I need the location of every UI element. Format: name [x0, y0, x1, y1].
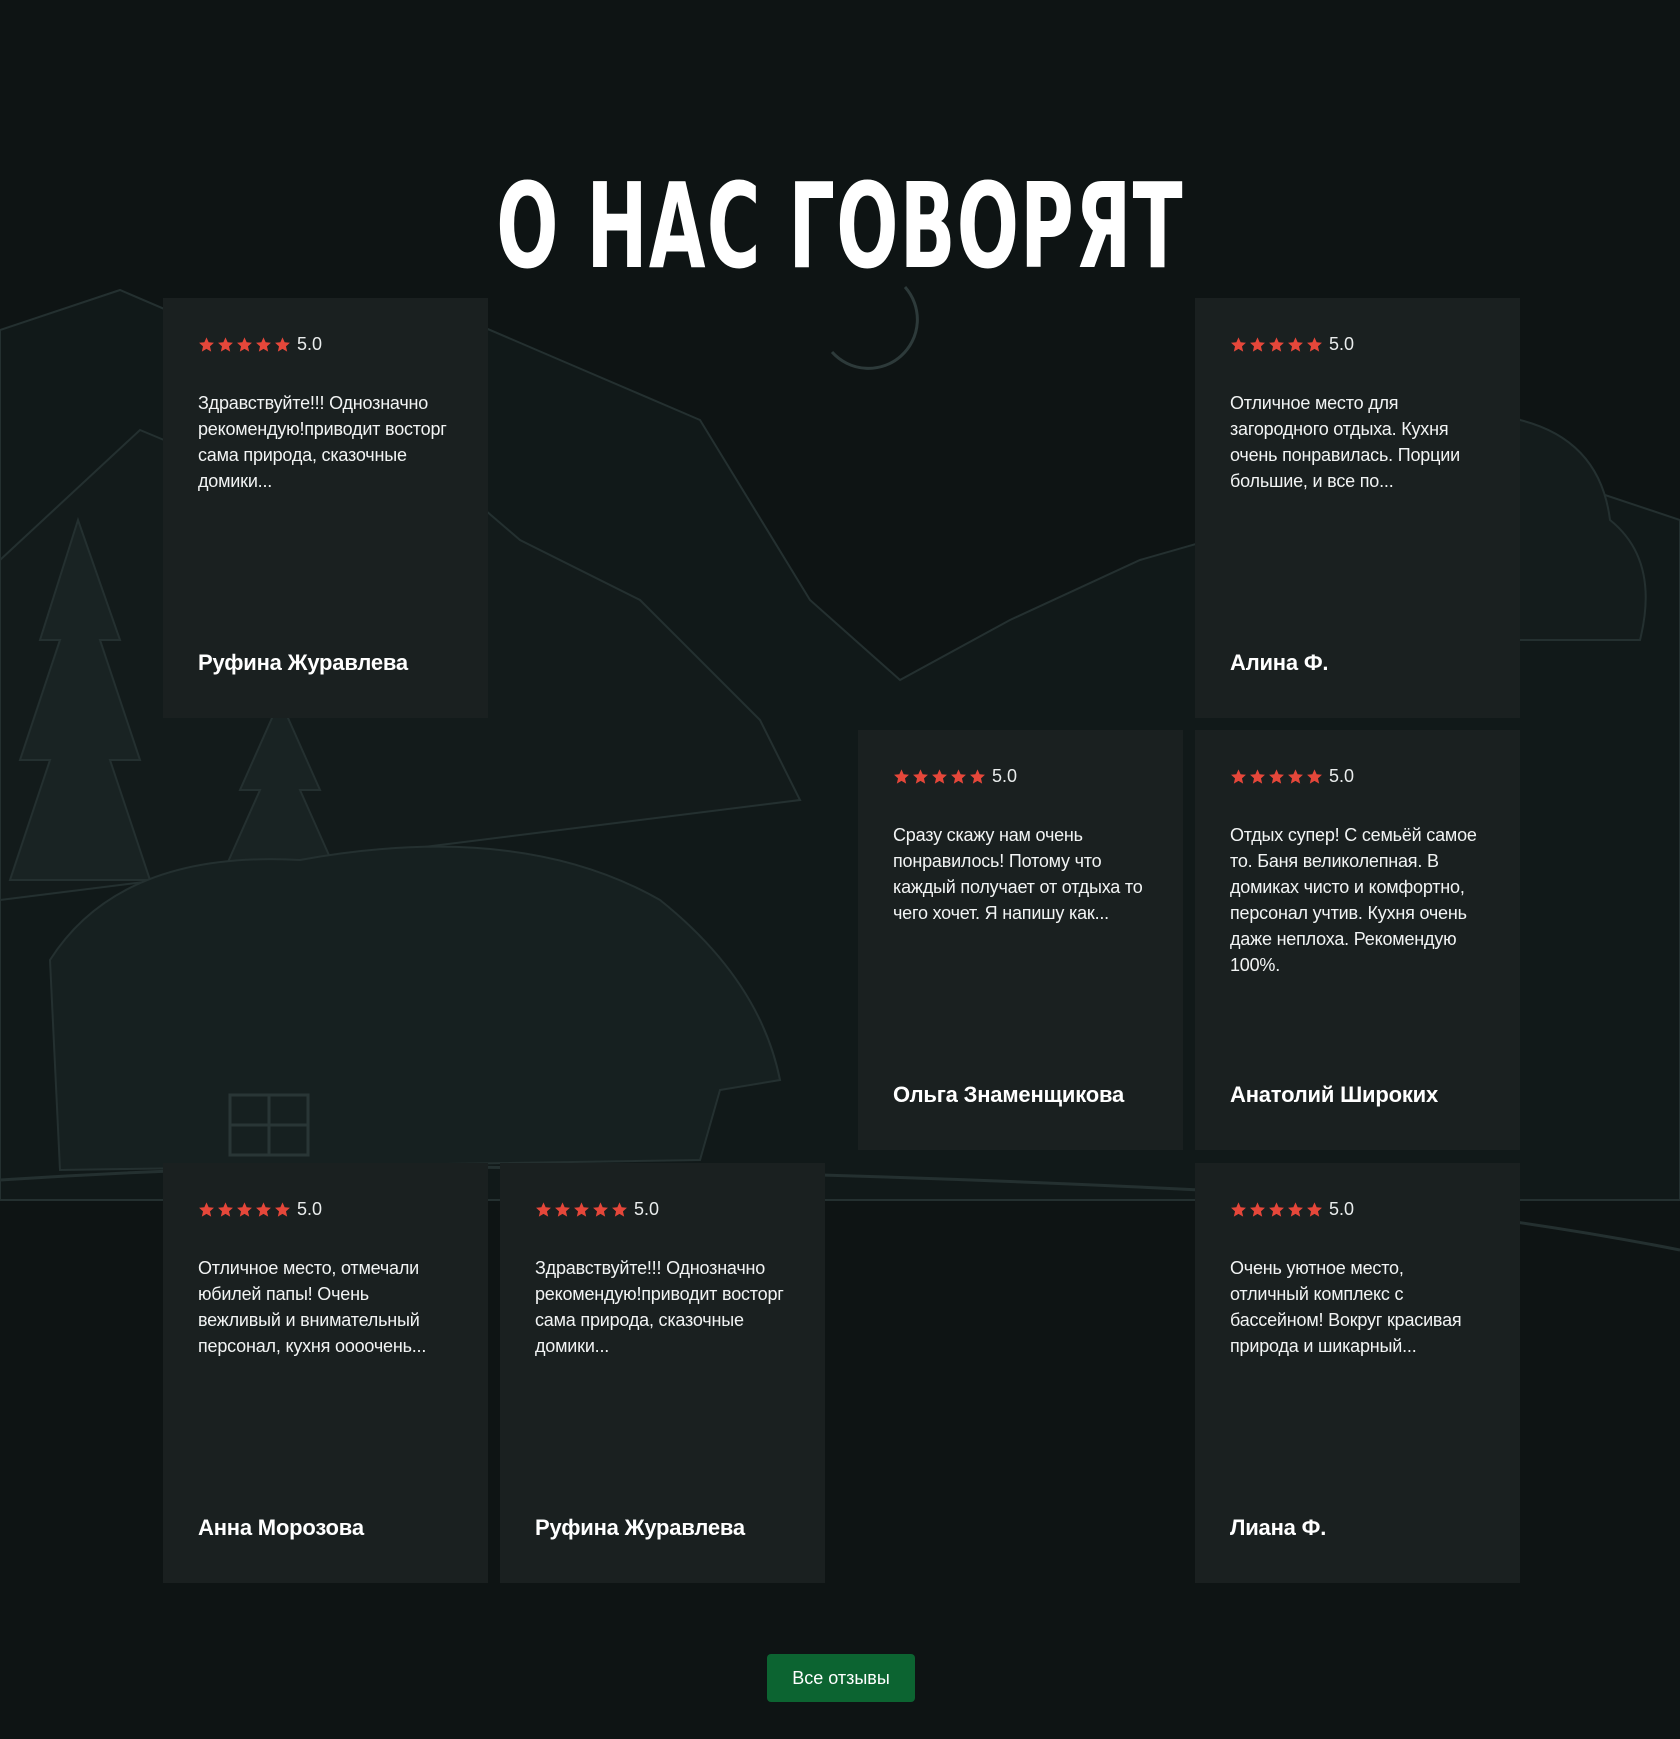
star-icon — [555, 1201, 570, 1217]
review-card[interactable]: 5.0 Очень уютное место, отличный комплек… — [1195, 1163, 1520, 1583]
star-rating — [535, 1201, 628, 1218]
review-text: Сразу скажу нам очень понравилось! Потом… — [893, 825, 1143, 923]
review-card[interactable]: 5.0 Отдых супер! С семьёй самое то. Баня… — [1195, 730, 1520, 1150]
rating-value: 5.0 — [297, 334, 323, 354]
review-text: Здравствуйте!!! Однозначно рекомендую!пр… — [198, 393, 447, 491]
rating-row: 5.0 — [893, 766, 1149, 786]
review-text: Отличное место, отмечали юбилей папы! Оч… — [198, 1258, 427, 1356]
rating-row: 5.0 — [198, 334, 454, 354]
star-icon — [612, 1201, 627, 1217]
star-icon — [1250, 336, 1265, 352]
review-card[interactable]: 5.0 Здравствуйте!!! Однозначно рекоменду… — [163, 298, 488, 718]
star-icon — [218, 336, 233, 352]
star-icon — [218, 1201, 233, 1217]
rating-value: 5.0 — [634, 1199, 660, 1219]
rating-row: 5.0 — [1230, 766, 1486, 786]
star-icon — [199, 336, 214, 352]
review-author: Анатолий Широких — [1230, 1082, 1439, 1107]
review-text: Отдых супер! С семьёй самое то. Баня вел… — [1230, 825, 1477, 975]
review-author: Лиана Ф. — [1230, 1515, 1327, 1540]
star-icon — [256, 1201, 271, 1217]
star-icon — [237, 1201, 252, 1217]
star-icon — [1231, 768, 1246, 784]
star-icon — [275, 336, 290, 352]
star-icon — [1307, 336, 1322, 352]
star-icon — [1269, 336, 1284, 352]
star-icon — [1269, 768, 1284, 784]
star-rating — [1230, 768, 1323, 785]
rating-value: 5.0 — [1329, 766, 1355, 786]
star-icon — [1288, 768, 1303, 784]
star-icon — [1288, 336, 1303, 352]
star-icon — [1269, 1201, 1284, 1217]
star-icon — [1250, 768, 1265, 784]
star-icon — [1231, 336, 1246, 352]
star-icon — [237, 336, 252, 352]
review-author: Ольга Знаменщикова — [893, 1082, 1125, 1107]
rating-value: 5.0 — [1329, 1199, 1355, 1219]
star-rating — [893, 768, 986, 785]
star-icon — [932, 768, 947, 784]
star-rating — [1230, 1201, 1323, 1218]
star-icon — [275, 1201, 290, 1217]
review-author: Анна Морозова — [198, 1515, 364, 1540]
all-reviews-button[interactable]: Все отзывы — [767, 1654, 915, 1702]
review-text: Здравствуйте!!! Однозначно рекомендую!пр… — [535, 1258, 784, 1356]
star-icon — [1307, 1201, 1322, 1217]
rating-row: 5.0 — [198, 1199, 454, 1219]
star-icon — [951, 768, 966, 784]
section-title: О НАС ГОВОРЯТ — [496, 157, 1184, 296]
review-card[interactable]: 5.0 Отличное место для загородного отдых… — [1195, 298, 1520, 718]
rating-row: 5.0 — [1230, 1199, 1486, 1219]
review-text: Очень уютное место, отличный комплекс с … — [1230, 1258, 1462, 1356]
rating-value: 5.0 — [1329, 334, 1355, 354]
star-icon — [1250, 1201, 1265, 1217]
star-icon — [1231, 1201, 1246, 1217]
review-card[interactable]: 5.0 Отличное место, отмечали юбилей папы… — [163, 1163, 488, 1583]
rating-row: 5.0 — [1230, 334, 1486, 354]
star-rating — [1230, 336, 1323, 353]
review-text: Отличное место для загородного отдыха. К… — [1230, 393, 1460, 491]
rating-value: 5.0 — [992, 766, 1018, 786]
star-icon — [1288, 1201, 1303, 1217]
star-icon — [593, 1201, 608, 1217]
star-icon — [199, 1201, 214, 1217]
review-author: Руфина Журавлева — [198, 650, 408, 675]
review-card[interactable]: 5.0 Здравствуйте!!! Однозначно рекоменду… — [500, 1163, 825, 1583]
star-icon — [1307, 768, 1322, 784]
star-icon — [913, 768, 928, 784]
rating-row: 5.0 — [535, 1199, 791, 1219]
rating-value: 5.0 — [297, 1199, 323, 1219]
star-icon — [574, 1201, 589, 1217]
star-icon — [256, 336, 271, 352]
star-icon — [970, 768, 985, 784]
review-author: Алина Ф. — [1230, 650, 1329, 675]
review-card[interactable]: 5.0 Сразу скажу нам очень понравилось! П… — [858, 730, 1183, 1150]
star-icon — [894, 768, 909, 784]
star-icon — [536, 1201, 551, 1217]
moon-icon — [830, 286, 919, 370]
review-author: Руфина Журавлева — [535, 1515, 745, 1540]
star-rating — [198, 336, 291, 353]
star-rating — [198, 1201, 291, 1218]
